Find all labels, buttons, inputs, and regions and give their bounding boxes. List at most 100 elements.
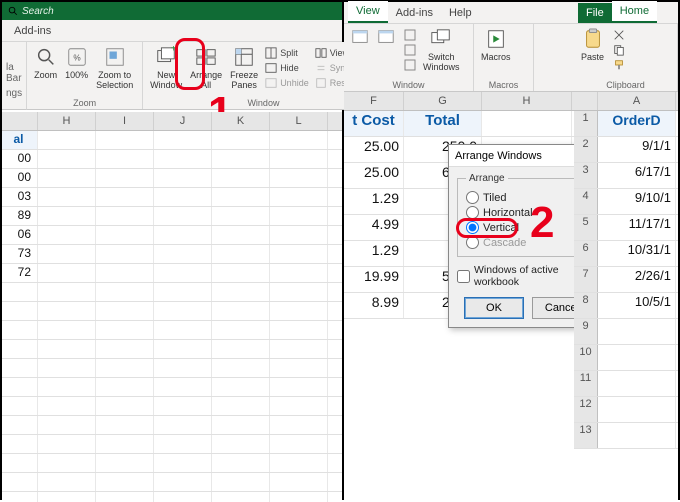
cut-button[interactable] [611, 28, 627, 42]
tab-addins[interactable]: Add-ins [388, 3, 441, 23]
col-header[interactable]: J [154, 112, 212, 130]
format-painter-icon [613, 59, 625, 71]
ribbon-tabs: View Add-ins Help [344, 2, 574, 24]
row-header[interactable]: 4 [574, 189, 598, 214]
row-header[interactable]: 5 [574, 215, 598, 240]
cell[interactable]: 10/5/1 [598, 293, 676, 318]
ok-button[interactable]: OK [464, 297, 524, 319]
col-header[interactable]: K [212, 112, 270, 130]
cell-header[interactable]: Total [404, 111, 482, 136]
copy-button[interactable] [611, 43, 627, 57]
switch-windows-icon [430, 28, 452, 50]
tab-addins[interactable]: Add-ins [6, 21, 59, 41]
row-header[interactable]: 13 [574, 423, 598, 448]
split-icon [265, 47, 277, 59]
sync-scroll-icon [315, 62, 327, 74]
row-header[interactable]: 8 [574, 293, 598, 318]
zoom-button[interactable]: Zoom [31, 44, 60, 92]
hide-button[interactable]: Hide [263, 61, 311, 75]
arrange-all-button[interactable]: Arrange All [187, 44, 225, 92]
cell[interactable]: 25.00 [344, 137, 404, 162]
row-header[interactable]: 7 [574, 267, 598, 292]
show-group-fragment: la Bar ngs [2, 42, 27, 110]
format-painter-button[interactable] [611, 58, 627, 72]
worksheet-grid-right[interactable]: A 1OrderD29/1/136/17/149/10/1511/17/1610… [574, 92, 678, 500]
split-button[interactable]: Split [263, 46, 311, 60]
radio-cascade[interactable]: Cascade [466, 235, 574, 250]
row-header[interactable]: 12 [574, 397, 598, 422]
cell[interactable]: 00 [2, 169, 38, 187]
radio-horizontal[interactable]: Horizontal [466, 205, 574, 220]
worksheet-grid-left[interactable]: H I J K L al00000389067372 [2, 112, 342, 502]
arrange-all-icon [195, 46, 217, 68]
row-header[interactable]: 3 [574, 163, 598, 188]
row-header[interactable]: 1 [574, 111, 598, 136]
cell-header[interactable]: OrderD [598, 111, 676, 136]
cell[interactable]: al [2, 131, 38, 149]
cell[interactable]: 10/31/1 [598, 241, 676, 266]
search-placeholder[interactable]: Search [22, 6, 54, 17]
cell[interactable]: 6/17/1 [598, 163, 676, 188]
tab-view[interactable]: View [348, 1, 388, 23]
macros-group-label: Macros [478, 80, 529, 91]
cell[interactable]: 11/17/1 [598, 215, 676, 240]
cell[interactable]: 89 [2, 207, 38, 225]
row-header[interactable]: 6 [574, 241, 598, 266]
row-header[interactable]: 10 [574, 345, 598, 370]
cell[interactable]: 8.99 [344, 293, 404, 318]
window-icon [377, 28, 395, 46]
cell[interactable]: 4.99 [344, 215, 404, 240]
cell-header[interactable]: t Cost [344, 111, 404, 136]
col-header[interactable]: I [96, 112, 154, 130]
window-mini-2[interactable] [402, 43, 418, 57]
freeze-panes-icon [233, 46, 255, 68]
window-mini-3[interactable] [402, 58, 418, 72]
new-window-button[interactable]: + New Window [147, 44, 185, 92]
cell[interactable]: 9/1/1 [598, 137, 676, 162]
title-bar: Search [2, 2, 342, 20]
window-thumb-2[interactable] [374, 26, 398, 74]
cell[interactable]: 1.29 [344, 189, 404, 214]
paste-button[interactable]: Paste [578, 26, 607, 72]
cancel-button[interactable]: Cancel [532, 297, 574, 319]
worksheet-grid-mid[interactable]: F G H t CostTotal25.00250.025.00625.01.2… [344, 92, 574, 500]
zoom-to-selection-button[interactable]: Zoom to Selection [93, 44, 136, 92]
col-header[interactable]: H [38, 112, 96, 130]
window-thumb-1[interactable] [348, 26, 372, 74]
select-all-corner[interactable] [574, 92, 598, 110]
cell[interactable]: 25.00 [344, 163, 404, 188]
zoom-100-button[interactable]: % 100% [62, 44, 91, 92]
radio-tiled[interactable]: Tiled [466, 190, 574, 205]
col-header[interactable]: A [598, 92, 676, 110]
radio-vertical[interactable]: Vertical [466, 220, 574, 235]
cell[interactable]: 72 [2, 264, 38, 282]
cell[interactable]: 06 [2, 226, 38, 244]
cell[interactable]: 9/10/1 [598, 189, 676, 214]
tab-home[interactable]: Home [612, 1, 657, 23]
window-mini-1[interactable] [402, 28, 418, 42]
col-header[interactable]: H [482, 92, 572, 110]
row-header[interactable]: 2 [574, 137, 598, 162]
cell[interactable]: 73 [2, 245, 38, 263]
tab-file[interactable]: File [578, 3, 612, 23]
zoom-group-label: Zoom [31, 98, 138, 109]
cut-icon [613, 29, 625, 41]
cell[interactable]: 00 [2, 150, 38, 168]
cell[interactable]: 1.29 [344, 241, 404, 266]
col-header[interactable]: F [344, 92, 404, 110]
macros-button[interactable]: Macros [478, 26, 514, 64]
row-header[interactable]: 11 [574, 371, 598, 396]
freeze-panes-button[interactable]: Freeze Panes [227, 44, 261, 92]
col-header[interactable]: G [404, 92, 482, 110]
row-header[interactable]: 9 [574, 319, 598, 344]
percent-icon: % [66, 46, 88, 68]
cell[interactable]: 03 [2, 188, 38, 206]
cell[interactable]: 19.99 [344, 267, 404, 292]
checkbox-active-workbook[interactable]: Windows of active workbook [457, 263, 574, 289]
window-group-label: Window [348, 80, 469, 91]
switch-windows-button[interactable]: Switch Windows [420, 26, 463, 74]
cell[interactable]: 2/26/1 [598, 267, 676, 292]
col-header[interactable]: L [270, 112, 328, 130]
tab-help[interactable]: Help [441, 3, 480, 23]
select-all-corner[interactable] [2, 112, 38, 130]
